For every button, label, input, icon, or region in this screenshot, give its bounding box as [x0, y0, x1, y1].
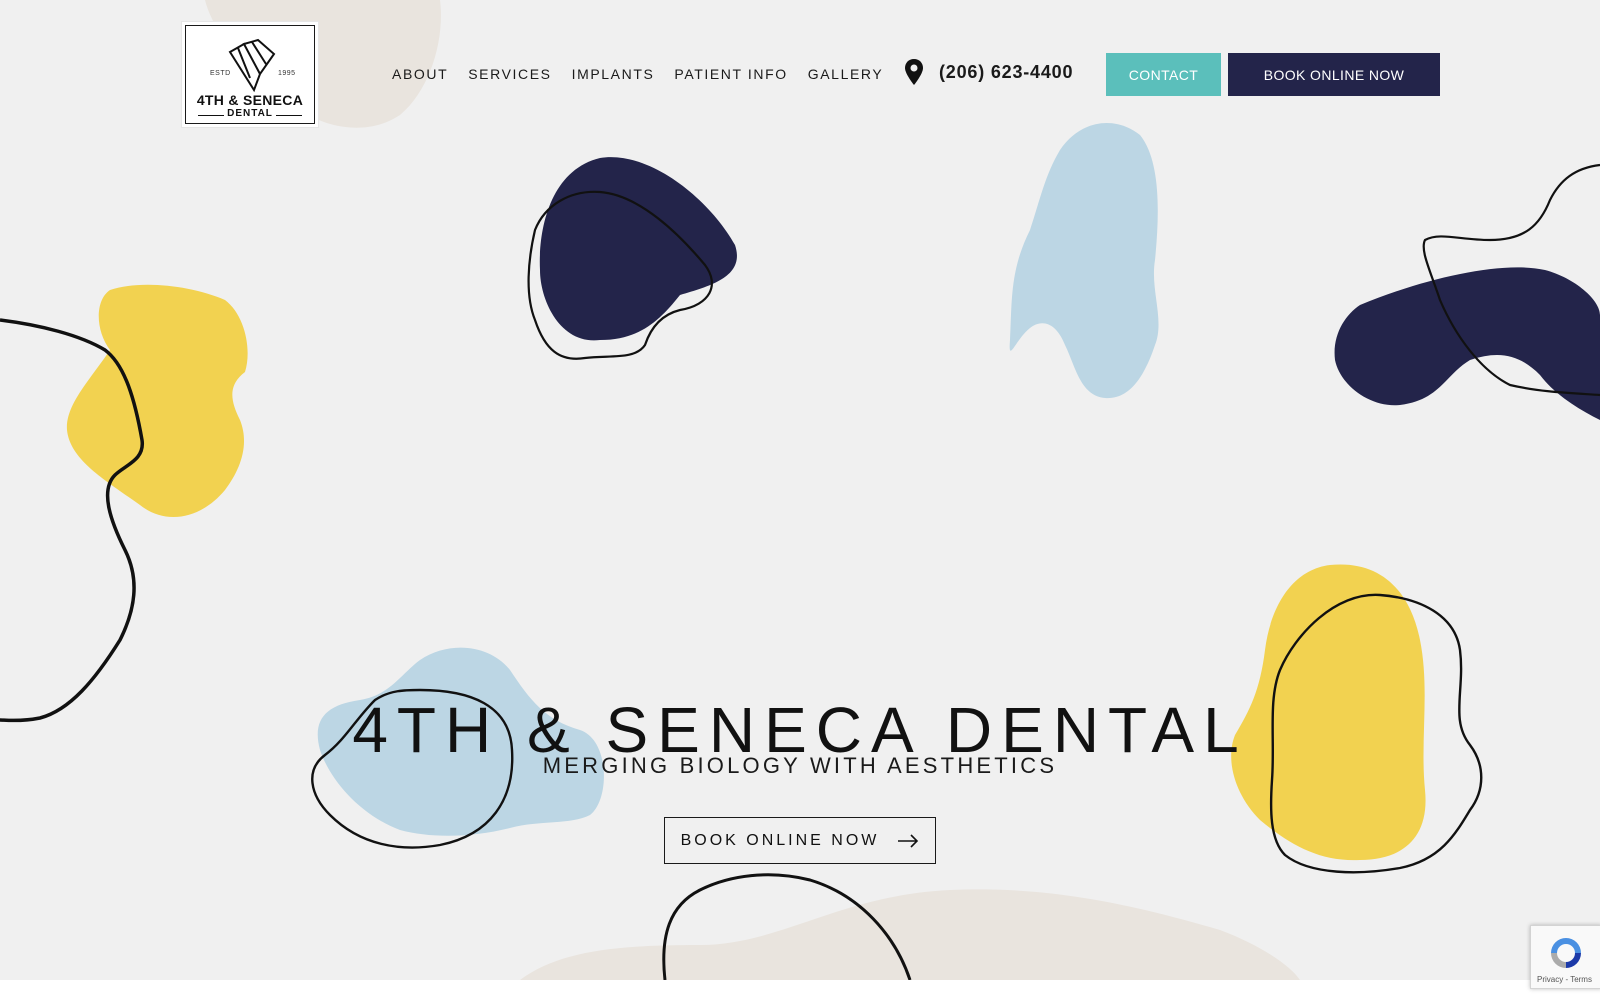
- beige-blob-bottom: [520, 889, 1300, 980]
- recaptcha-privacy-terms[interactable]: Privacy - Terms: [1537, 975, 1592, 984]
- map-pin-icon: [905, 59, 923, 85]
- logo-estd: ESTD: [210, 70, 231, 77]
- hero-cta-label: BOOK ONLINE NOW: [680, 831, 880, 849]
- yellow-blob-left: [66, 284, 248, 517]
- logo-year: 1995: [278, 70, 296, 77]
- navy-blob-right: [1334, 267, 1600, 420]
- nav-item-patient-info[interactable]: PATIENT INFO: [674, 66, 787, 82]
- arrow-right-icon: [898, 833, 919, 848]
- hero-section: ESTD 1995 4TH & SENECA DENTAL ABOUT SERV…: [0, 0, 1600, 980]
- contact-button[interactable]: CONTACT: [1106, 53, 1221, 96]
- book-online-header-button[interactable]: BOOK ONLINE NOW: [1228, 53, 1440, 96]
- nav-item-about[interactable]: ABOUT: [392, 66, 448, 82]
- nav-item-implants[interactable]: IMPLANTS: [572, 66, 655, 82]
- navy-blob-top: [539, 157, 737, 341]
- phone-link[interactable]: (206) 623-4400: [903, 58, 1073, 86]
- nav-item-services[interactable]: SERVICES: [468, 66, 551, 82]
- hero-subtitle: MERGING BIOLOGY WITH AESTHETICS: [542, 753, 1058, 778]
- site-logo[interactable]: ESTD 1995 4TH & SENECA DENTAL: [181, 21, 319, 128]
- tooth-logo-icon: [228, 38, 276, 93]
- main-nav: ABOUT SERVICES IMPLANTS PATIENT INFO GAL…: [392, 66, 903, 82]
- lightblue-blob-top: [1009, 123, 1159, 399]
- logo-subtitle: DENTAL: [227, 108, 273, 119]
- nav-item-gallery[interactable]: GALLERY: [808, 66, 884, 82]
- recaptcha-badge[interactable]: Privacy - Terms: [1530, 925, 1600, 989]
- logo-frame: ESTD 1995 4TH & SENECA DENTAL: [185, 25, 315, 124]
- phone-number: (206) 623-4400: [939, 61, 1074, 82]
- book-online-hero-button[interactable]: BOOK ONLINE NOW: [664, 817, 936, 864]
- recaptcha-icon: [1551, 938, 1581, 968]
- logo-name: 4TH & SENECA: [196, 92, 304, 108]
